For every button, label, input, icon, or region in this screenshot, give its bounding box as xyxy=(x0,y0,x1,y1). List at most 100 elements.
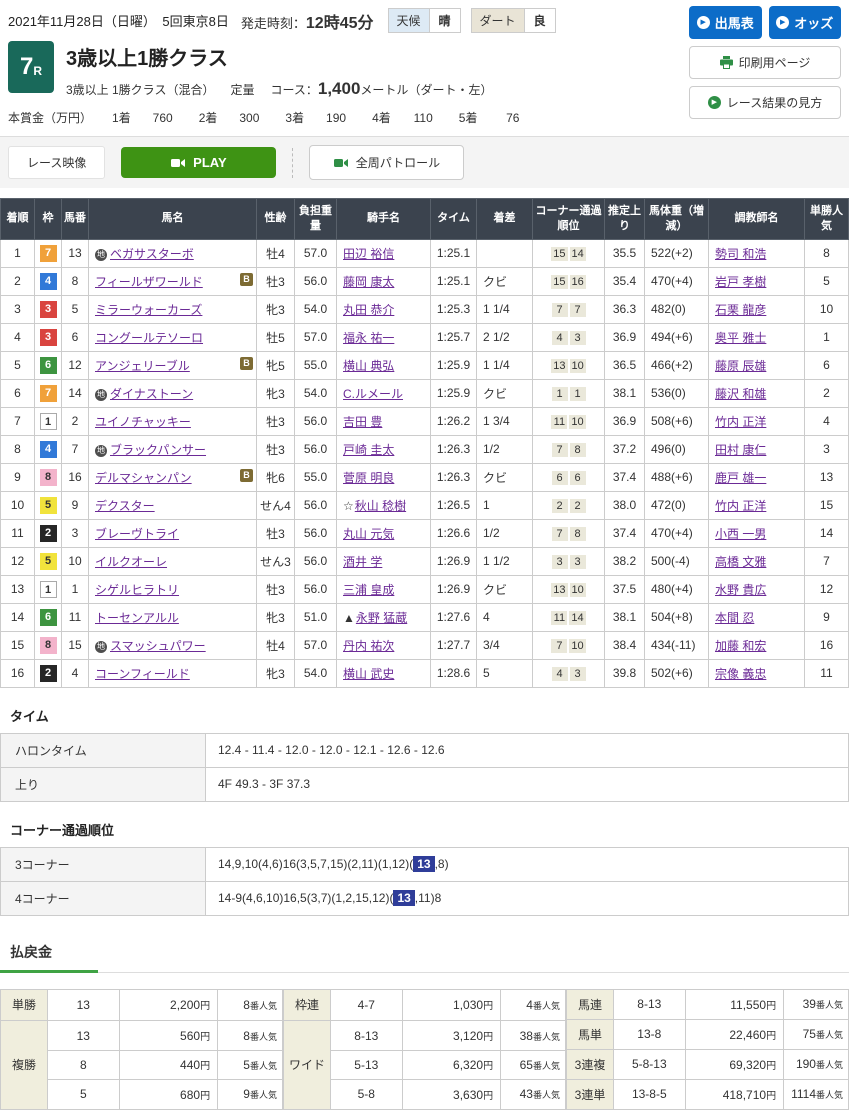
trainer-link[interactable]: 宗像 義忠 xyxy=(715,667,766,681)
finish-position: 5 xyxy=(1,351,35,379)
bet-type-label: 複勝 xyxy=(1,1021,48,1109)
popularity-value: 75 xyxy=(803,1027,816,1041)
jockey-link[interactable]: 横山 武史 xyxy=(343,667,394,681)
horse-weight: 508(+6) xyxy=(645,407,709,435)
horse-weight: 470(+4) xyxy=(645,267,709,295)
horse-link[interactable]: スマッシュパワー xyxy=(110,639,206,653)
corner3-position: 2 xyxy=(552,499,568,513)
horse-link[interactable]: ブラックパンサー xyxy=(110,443,206,457)
local-horse-icon: 地 xyxy=(95,249,107,261)
jockey-link[interactable]: 田辺 裕信 xyxy=(343,247,394,261)
bet-type-label: ワイド xyxy=(284,1021,331,1109)
jockey-link[interactable]: C.ルメール xyxy=(343,387,403,401)
jockey-link[interactable]: 吉田 豊 xyxy=(343,415,382,429)
trainer-link[interactable]: 竹内 正洋 xyxy=(715,499,766,513)
sex-age: 牝6 xyxy=(257,463,295,491)
trainer-cell: 鹿戸 雄一 xyxy=(709,463,805,491)
furlong-time-label: ハロンタイム xyxy=(1,733,206,767)
payout-table-left: 単勝132,200円8番人気複勝13560円8番人気8440円5番人気5680円… xyxy=(0,989,283,1110)
trainer-link[interactable]: 竹内 正洋 xyxy=(715,415,766,429)
patrol-video-button[interactable]: 全周パトロール xyxy=(309,145,464,180)
jockey-link[interactable]: 戸崎 圭太 xyxy=(343,443,394,457)
horse-link[interactable]: シゲルヒラトリ xyxy=(95,583,179,597)
jockey-cell: 藤岡 康太 xyxy=(337,267,431,295)
trainer-link[interactable]: 小西 一男 xyxy=(715,527,766,541)
guide-button[interactable]: ▶ レース結果の見方 xyxy=(689,86,841,119)
horse-link[interactable]: ユイノチャッキー xyxy=(95,415,191,429)
jockey-link[interactable]: 丹内 祐次 xyxy=(343,639,394,653)
finish-position: 6 xyxy=(1,379,35,407)
horse-link[interactable]: ブレーヴトライ xyxy=(95,527,179,541)
horse-link[interactable]: ベガサスターボ xyxy=(110,247,194,261)
horse-link[interactable]: トーセンアルル xyxy=(95,611,179,625)
trainer-link[interactable]: 藤原 辰雄 xyxy=(715,359,766,373)
horse-link[interactable]: イルクオーレ xyxy=(95,555,167,569)
result-row: 1059デクスターせん456.0☆秋山 稔樹1:26.512238.0472(0… xyxy=(1,491,849,519)
trainer-link[interactable]: 鹿戸 雄一 xyxy=(715,471,766,485)
trainer-cell: 藤原 辰雄 xyxy=(709,351,805,379)
horse-link[interactable]: アンジェリーブル xyxy=(95,359,190,373)
jockey-link[interactable]: 藤岡 康太 xyxy=(343,275,394,289)
trainer-link[interactable]: 勢司 和浩 xyxy=(715,247,766,261)
trainer-link[interactable]: 加藤 和宏 xyxy=(715,639,766,653)
jockey-link[interactable]: 福永 祐一 xyxy=(343,331,394,345)
frame-cell: 3 xyxy=(35,295,62,323)
sex-age: 牡3 xyxy=(257,575,295,603)
trainer-link[interactable]: 藤沢 和雄 xyxy=(715,387,766,401)
trainer-link[interactable]: 本間 忍 xyxy=(715,611,754,625)
last-3f: 38.0 xyxy=(605,491,645,519)
horse-link[interactable]: コーンフィールド xyxy=(95,667,190,681)
payout-combination: 4-7 xyxy=(331,989,403,1021)
corner4-label: 4コーナー xyxy=(1,881,206,915)
win-popularity: 5 xyxy=(805,267,849,295)
jockey-link[interactable]: 永野 猛蔵 xyxy=(356,611,407,625)
jockey-link[interactable]: 菅原 明良 xyxy=(343,471,394,485)
column-header: 馬名 xyxy=(89,199,257,240)
jockey-link[interactable]: 横山 典弘 xyxy=(343,359,394,373)
result-row: 847地ブラックパンサー牡356.0戸崎 圭太1:26.31/27837.249… xyxy=(1,435,849,463)
jockey-cell: 丸田 恭介 xyxy=(337,295,431,323)
corner4-position: 10 xyxy=(569,639,585,653)
race-result-page: ▶ 出馬表 ▶ オッズ 印刷用ページ ▶ レース結果の見方 2021年11月28… xyxy=(0,0,849,1110)
frame-cell: 4 xyxy=(35,435,62,463)
race-video-label: レース映像 xyxy=(8,146,105,179)
horse-link[interactable]: ミラーウォーカーズ xyxy=(95,303,202,317)
result-row: 436コングールテソーロ牡557.0福永 祐一1:25.72 1/24336.9… xyxy=(1,323,849,351)
popularity-value: 38 xyxy=(520,1029,533,1043)
horse-link[interactable]: コングールテソーロ xyxy=(95,331,203,345)
horse-link[interactable]: デルマシャンパン xyxy=(95,471,192,485)
last-3f: 37.5 xyxy=(605,575,645,603)
play-button[interactable]: PLAY xyxy=(121,147,276,178)
odds-button[interactable]: ▶ オッズ xyxy=(769,6,842,39)
trainer-cell: 奥平 雅士 xyxy=(709,323,805,351)
carried-weight: 56.0 xyxy=(295,491,337,519)
jockey-link[interactable]: 丸山 元気 xyxy=(343,527,394,541)
horse-number: 10 xyxy=(62,547,89,575)
printer-icon xyxy=(720,56,733,69)
corner4-position: 10 xyxy=(570,583,586,597)
entries-button[interactable]: ▶ 出馬表 xyxy=(689,6,762,39)
horse-link[interactable]: フィールザワールド xyxy=(95,275,203,289)
trainer-link[interactable]: 奥平 雅士 xyxy=(715,331,766,345)
trainer-link[interactable]: 高橋 文雅 xyxy=(715,555,766,569)
frame-badge: 5 xyxy=(40,497,57,514)
frame-badge: 4 xyxy=(40,273,57,290)
horse-name-cell: コングールテソーロ xyxy=(89,323,257,351)
trainer-link[interactable]: 田村 康仁 xyxy=(715,443,766,457)
trainer-link[interactable]: 石栗 龍彦 xyxy=(715,303,766,317)
winner-highlight: 13 xyxy=(393,890,414,906)
print-button[interactable]: 印刷用ページ xyxy=(689,46,841,79)
jockey-link[interactable]: 三浦 皇成 xyxy=(343,583,394,597)
last-furlongs-label: 上り xyxy=(1,767,206,801)
trainer-link[interactable]: 岩戸 孝樹 xyxy=(715,275,766,289)
result-row: 1311シゲルヒラトリ牡356.0三浦 皇成1:26.9クビ131037.548… xyxy=(1,575,849,603)
payout-amount: 6,320円 xyxy=(402,1050,500,1079)
apprentice-mark: ☆ xyxy=(343,499,354,513)
sex-age: せん3 xyxy=(257,547,295,575)
horse-link[interactable]: デクスター xyxy=(95,499,155,513)
jockey-link[interactable]: 丸田 恭介 xyxy=(343,303,394,317)
trainer-link[interactable]: 水野 貴広 xyxy=(715,583,766,597)
jockey-link[interactable]: 酒井 学 xyxy=(343,555,382,569)
horse-link[interactable]: ダイナストーン xyxy=(110,387,193,401)
jockey-link[interactable]: 秋山 稔樹 xyxy=(355,499,406,513)
